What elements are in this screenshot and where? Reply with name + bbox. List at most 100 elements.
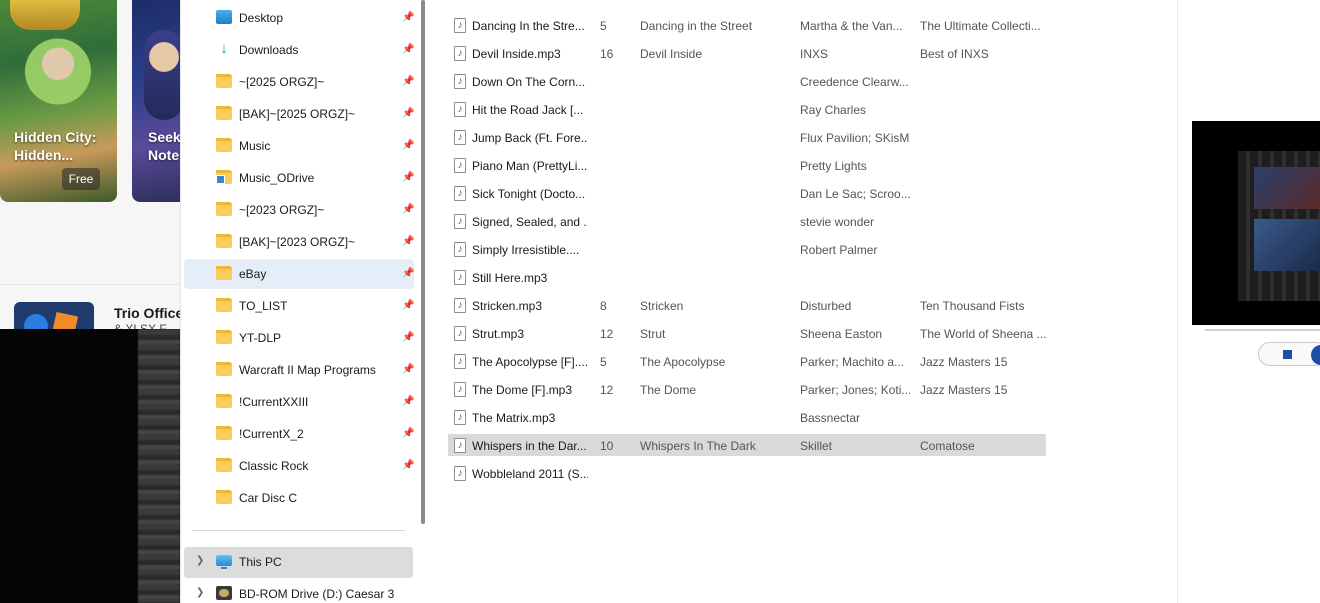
pin-icon: 📌 (402, 172, 415, 183)
nav-item-label: YT-DLP (239, 331, 282, 345)
nav-item-currentx-2[interactable]: !CurrentX_2 📌 (184, 419, 414, 449)
file-name: Wobbleland 2011 (S... (472, 467, 588, 481)
game-card-hidden-city[interactable]: Hidden City: Hidden... Free (0, 0, 117, 202)
nav-item-2025-orgz[interactable]: ~[2025 ORGZ]~ 📌 (184, 67, 414, 97)
pin-icon: 📌 (402, 12, 415, 23)
audio-file-icon: ♪ (454, 410, 466, 425)
nav-item-label: ~[2025 ORGZ]~ (239, 75, 325, 89)
track-artist: Parker; Machito a... (800, 355, 905, 369)
chevron-right-icon[interactable]: ❯ (196, 587, 204, 598)
nav-item-classic-rock[interactable]: Classic Rock 📌 (184, 451, 414, 481)
nav-item-label: This PC (239, 555, 282, 569)
stop-icon[interactable] (1283, 350, 1292, 359)
play-button[interactable] (1311, 345, 1320, 365)
file-name: Stricken.mp3 (472, 299, 543, 313)
track-number: 5 (600, 19, 607, 33)
nav-item-yt-dlp[interactable]: YT-DLP 📌 (184, 323, 414, 353)
nav-scrollbar[interactable] (421, 0, 425, 524)
file-name: Dancing In the Stre... (472, 19, 585, 33)
table-row[interactable]: ♪ Whispers in the Dar... 10 Whispers In The… (448, 434, 1046, 456)
table-row[interactable]: ♪ The Dome [F].mp3 12 The Dome Parker; Jones… (448, 378, 1046, 400)
file-name: Hit the Road Jack [... (472, 103, 584, 117)
track-artist: stevie wonder (800, 215, 875, 229)
pin-icon: 📌 (402, 332, 415, 343)
nav-item-to-list[interactable]: TO_LIST 📌 (184, 291, 414, 321)
nav-item-2023-orgz[interactable]: ~[2023 ORGZ]~ 📌 (184, 195, 414, 225)
game-title: Hidden City: Hidden... (14, 129, 97, 163)
track-album: Best of INXS (920, 47, 989, 61)
media-preview[interactable] (1192, 121, 1320, 325)
file-name: Still Here.mp3 (472, 271, 548, 285)
nav-item-warcraft[interactable]: Warcraft II Map Programs 📌 (184, 355, 414, 385)
track-artist: INXS (800, 47, 829, 61)
track-album: Comatose (920, 439, 975, 453)
pin-icon: 📌 (402, 396, 415, 407)
chevron-right-icon[interactable]: ❯ (196, 555, 204, 566)
table-row[interactable]: ♪ Hit the Road Jack [... Ray Charles (448, 98, 1046, 120)
track-artist: Parker; Jones; Koti... (800, 383, 910, 397)
audio-file-icon: ♪ (454, 270, 466, 285)
table-row[interactable]: ♪ Strut.mp3 12 Strut Sheena Easton The World … (448, 322, 1046, 344)
table-row[interactable]: ♪ The Apocolypse [F].... 5 The Apocolypse Pa… (448, 350, 1046, 372)
nav-item-label: Desktop (239, 11, 284, 25)
table-row[interactable]: ♪ Still Here.mp3 (448, 266, 1046, 288)
track-title: Dancing in the Street (640, 19, 753, 33)
pin-icon: 📌 (402, 140, 415, 151)
audio-file-icon: ♪ (454, 214, 466, 229)
nav-item-bak-2025-orgz[interactable]: [BAK]~[2025 ORGZ]~ 📌 (184, 99, 414, 129)
table-row[interactable]: ♪ Down On The Corn... Creedence Clearw... (448, 70, 1046, 92)
nav-item-this-pc[interactable]: ❯ This PC (184, 547, 414, 577)
file-name: Signed, Sealed, and ... (472, 215, 588, 229)
track-title: Strut (640, 327, 666, 341)
nav-item-bd-rom-drive[interactable]: ❯ BD-ROM Drive (D:) Caesar 3 (184, 579, 414, 603)
nav-item-desktop[interactable]: Desktop 📌 (184, 3, 414, 33)
table-row[interactable]: ♪ Sick Tonight (Docto... Dan Le Sac; Scroo… (448, 182, 1046, 204)
track-title: Whispers In The Dark (640, 439, 756, 453)
track-artist: Bassnectar (800, 411, 861, 425)
divider (0, 284, 180, 285)
pin-icon: 📌 (402, 268, 415, 279)
store-panel: Hidden City: Hidden... Free Seeke Note T… (0, 0, 192, 336)
app-title[interactable]: Trio Office (114, 305, 183, 321)
track-artist: Skillet (800, 439, 833, 453)
file-name: Jump Back (Ft. Fore... (472, 131, 588, 145)
nav-item-music-odrive[interactable]: Music_ODrive 📌 (184, 163, 414, 193)
table-row[interactable]: ♪ Piano Man (PrettyLi... Pretty Lights (448, 154, 1046, 176)
audio-file-icon: ♪ (454, 130, 466, 145)
seek-bar[interactable] (1205, 329, 1320, 331)
track-title: Devil Inside (640, 47, 703, 61)
track-number: 16 (600, 47, 614, 61)
media-controls (1258, 342, 1320, 366)
table-row[interactable]: ♪ Devil Inside.mp3 16 Devil Inside INXS Best … (448, 42, 1046, 64)
nav-item-label: Music_ODrive (239, 171, 315, 185)
table-row[interactable]: ♪ Jump Back (Ft. Fore... Flux Pavilion; SK… (448, 126, 1046, 148)
table-row[interactable]: ♪ Wobbleland 2011 (S... (448, 462, 1046, 484)
table-row[interactable]: ♪ Simply Irresistible.... Robert Palmer (448, 238, 1046, 260)
table-row[interactable]: ♪ Signed, Sealed, and ... stevie wonder (448, 210, 1046, 232)
table-row[interactable]: ♪ The Matrix.mp3 Bassnectar (448, 406, 1046, 428)
computer-icon (216, 555, 232, 569)
track-album: Jazz Masters 15 (920, 355, 1008, 369)
nav-item-downloads[interactable]: ↓ Downloads 📌 (184, 35, 414, 65)
pin-icon: 📌 (402, 460, 415, 471)
nav-item-ebay[interactable]: eBay 📌 (184, 259, 414, 289)
track-artist: Dan Le Sac; Scroo... (800, 187, 910, 201)
trio-office-icon[interactable] (14, 302, 94, 332)
nav-item-label: Downloads (239, 43, 299, 57)
table-row[interactable]: ♪ Stricken.mp3 8 Stricken Disturbed Ten Thous… (448, 294, 1046, 316)
track-number: 12 (600, 327, 614, 341)
nav-item-currentxxiii[interactable]: !CurrentXXIII 📌 (184, 387, 414, 417)
folder-icon (216, 394, 232, 408)
track-album: Ten Thousand Fists (920, 299, 1025, 313)
nav-item-label: BD-ROM Drive (D:) Caesar 3 (239, 587, 395, 601)
nav-item-music[interactable]: Music 📌 (184, 131, 414, 161)
table-row[interactable]: ♪ Dancing In the Stre... 5 Dancing in the S… (448, 14, 1046, 36)
folder-icon (216, 426, 232, 440)
nav-item-car-disc-c[interactable]: Car Disc C (184, 483, 414, 513)
audio-file-icon: ♪ (454, 102, 466, 117)
file-name: Sick Tonight (Docto... (472, 187, 586, 201)
track-number: 8 (600, 299, 607, 313)
audio-file-icon: ♪ (454, 438, 466, 453)
track-title: Stricken (640, 299, 684, 313)
nav-item-bak-2023-orgz[interactable]: [BAK]~[2023 ORGZ]~ 📌 (184, 227, 414, 257)
